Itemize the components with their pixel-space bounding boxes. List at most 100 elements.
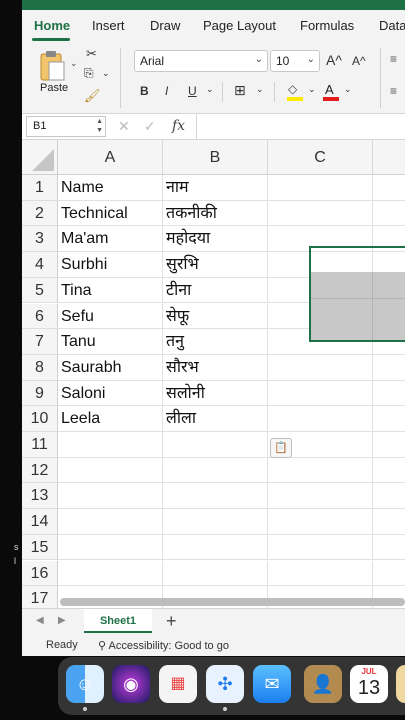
row-header[interactable]: 6	[22, 303, 58, 330]
row-header[interactable]: 2	[22, 200, 58, 227]
cell-b10[interactable]: लीला	[163, 406, 268, 432]
cell-d10[interactable]	[373, 406, 405, 432]
font-size-select[interactable]: 10 ⌄	[270, 50, 320, 72]
cell-a12[interactable]	[58, 457, 163, 484]
cell-d13[interactable]	[373, 483, 405, 510]
fill-color-dropdown-icon[interactable]: ⌄	[308, 84, 316, 95]
sheet-prev-icon[interactable]: ◀	[36, 615, 44, 626]
row-header[interactable]: 8	[22, 354, 58, 381]
cell-d11[interactable]	[373, 432, 405, 458]
enter-icon[interactable]: ✓	[144, 118, 156, 135]
cell-d15[interactable]	[373, 535, 405, 561]
row-header[interactable]: 12	[22, 457, 58, 484]
cell-a14[interactable]	[58, 509, 163, 535]
cell-c9[interactable]	[268, 380, 373, 407]
cell-b1[interactable]: नाम	[163, 175, 268, 201]
column-header-a[interactable]: A	[58, 140, 163, 175]
row-header[interactable]: 10	[22, 406, 58, 432]
cell-b3[interactable]: महोदया	[163, 226, 268, 253]
row-header[interactable]: 5	[22, 277, 58, 304]
cancel-icon[interactable]: ✕	[118, 118, 130, 135]
cell-a8[interactable]: Saurabh	[58, 354, 163, 381]
paste-dropdown-icon[interactable]: ⌄	[70, 58, 78, 69]
cell-b15[interactable]	[163, 534, 268, 561]
name-box-stepper-icon[interactable]: ▲ ▼	[96, 117, 103, 135]
cell-b14[interactable]	[163, 509, 268, 535]
row-header[interactable]: 7	[22, 329, 58, 355]
row-header[interactable]: 14	[22, 509, 58, 535]
grow-font-button[interactable]: A^	[326, 52, 342, 68]
row-header[interactable]: 9	[22, 380, 58, 407]
column-header-b[interactable]: B	[163, 140, 268, 175]
align-icon[interactable]: ≡	[390, 84, 397, 98]
tab-draw[interactable]: Draw	[150, 18, 180, 33]
cell-c14[interactable]	[268, 509, 373, 535]
tab-page-layout[interactable]: Page Layout	[203, 18, 276, 33]
cell-a1[interactable]: Name	[58, 175, 163, 201]
shrink-font-button[interactable]: A^	[352, 54, 366, 68]
row-header[interactable]: 17	[22, 586, 58, 608]
cell-d8[interactable]	[373, 355, 405, 381]
format-painter-icon[interactable]: 🖌	[84, 88, 101, 104]
cell-a11[interactable]	[58, 432, 163, 458]
cell-d9[interactable]	[373, 381, 405, 407]
select-all-corner[interactable]	[22, 140, 58, 175]
cell-d1[interactable]	[373, 175, 405, 201]
horizontal-scrollbar[interactable]	[60, 598, 405, 606]
cell-a5[interactable]: Tina	[58, 277, 163, 304]
cell-b9[interactable]: सलोनी	[163, 380, 268, 407]
cell-a4[interactable]: Surbhi	[58, 252, 163, 278]
cell-d2[interactable]	[373, 201, 405, 227]
mail-icon[interactable]: ✉	[253, 665, 291, 703]
tab-formulas[interactable]: Formulas	[300, 18, 354, 33]
row-header[interactable]: 15	[22, 534, 58, 561]
tab-data[interactable]: Data	[379, 18, 405, 33]
cell-a9[interactable]: Saloni	[58, 380, 163, 407]
cell-b6[interactable]: सेफू	[163, 303, 268, 330]
cell-b2[interactable]: तकनीकी	[163, 200, 268, 227]
cell-b5[interactable]: टीना	[163, 277, 268, 304]
row-header[interactable]: 4	[22, 252, 58, 278]
name-box[interactable]: B1 ▲ ▼	[26, 116, 106, 137]
cell-b11[interactable]	[163, 432, 268, 458]
cell-d12[interactable]	[373, 458, 405, 484]
spreadsheet-grid[interactable]: A B C 1 Name नाम 2 Technical तकनीकी 3 Ma'am महोद…	[22, 140, 405, 608]
cell-a10[interactable]: Leela	[58, 406, 163, 432]
calendar-icon[interactable]: JUL 13	[350, 665, 388, 703]
cell-b8[interactable]: सौरभ	[163, 354, 268, 381]
column-header-c[interactable]: C	[268, 140, 373, 175]
borders-dropdown-icon[interactable]: ⌄	[256, 84, 264, 95]
insert-function-icon[interactable]: fx	[172, 118, 185, 134]
safari-compass-icon[interactable]: ✣	[206, 665, 244, 703]
cell-c10[interactable]	[268, 406, 373, 432]
cell-b12[interactable]	[163, 457, 268, 484]
cell-c15[interactable]	[268, 534, 373, 561]
column-header-d[interactable]	[373, 140, 405, 175]
cell-c2[interactable]	[268, 200, 373, 227]
notes-icon[interactable]	[396, 665, 405, 703]
cell-a7[interactable]: Tanu	[58, 329, 163, 355]
underline-dropdown-icon[interactable]: ⌄	[206, 84, 214, 95]
cell-c1[interactable]	[268, 175, 373, 201]
align-icon[interactable]: ≡	[390, 52, 397, 66]
cut-scissors-icon[interactable]: ✂	[86, 46, 97, 62]
tab-insert[interactable]: Insert	[92, 18, 125, 33]
cell-a3[interactable]: Ma'am	[58, 226, 163, 253]
cell-c13[interactable]	[268, 483, 373, 510]
cell-a2[interactable]: Technical	[58, 200, 163, 227]
bold-button[interactable]: B	[140, 84, 149, 98]
sheet-tab-sheet1[interactable]: Sheet1	[84, 609, 152, 633]
finder-icon[interactable]: ☺	[66, 665, 104, 703]
cell-c12[interactable]	[268, 457, 373, 484]
font-name-select[interactable]: Arial ⌄	[134, 50, 268, 72]
cell-b7[interactable]: तनु	[163, 329, 268, 355]
cell-a15[interactable]	[58, 534, 163, 561]
row-header[interactable]: 16	[22, 560, 58, 587]
fill-color-button[interactable]: ◇	[286, 82, 306, 102]
add-sheet-button[interactable]: +	[166, 611, 177, 632]
cell-c16[interactable]	[268, 560, 373, 587]
underline-button[interactable]: U	[188, 84, 197, 98]
siri-icon[interactable]: ◉	[112, 665, 150, 703]
cell-c8[interactable]	[268, 354, 373, 381]
cell-b4[interactable]: सुरभि	[163, 252, 268, 278]
